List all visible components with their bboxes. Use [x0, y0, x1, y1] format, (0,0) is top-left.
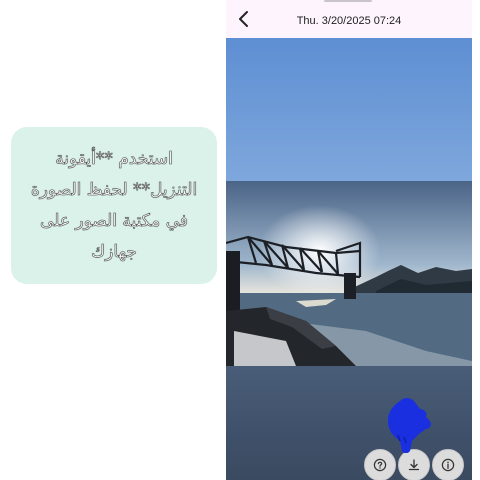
callout-line-3: في مكتبة الصور على — [40, 210, 189, 231]
info-icon — [441, 458, 455, 472]
callout-line-1: استخدم **أيقونة — [55, 148, 173, 169]
viewer-header: Thu. 3/20/2025 07:24 — [226, 0, 472, 38]
help-icon — [373, 458, 387, 472]
photo-image[interactable] — [226, 38, 472, 480]
photo-viewer-screen: Thu. 3/20/2025 07:24 — [226, 0, 472, 480]
photo-datetime: Thu. 3/20/2025 07:24 — [296, 15, 402, 27]
callout-line-4: جهازك — [91, 241, 137, 262]
bridge-scene — [226, 181, 472, 366]
pointing-hand-icon — [388, 398, 431, 453]
photo-sky — [226, 38, 472, 181]
info-button[interactable] — [432, 449, 464, 480]
help-button[interactable] — [364, 449, 396, 480]
callout-line-2: التنزيل** لحفظ الصورة — [30, 179, 198, 200]
download-icon — [408, 459, 420, 471]
download-button[interactable] — [398, 449, 430, 480]
instruction-callout: استخدم **أيقونة التنزيل** لحفظ الصورة في… — [11, 127, 217, 284]
notch-indicator — [324, 0, 372, 2]
